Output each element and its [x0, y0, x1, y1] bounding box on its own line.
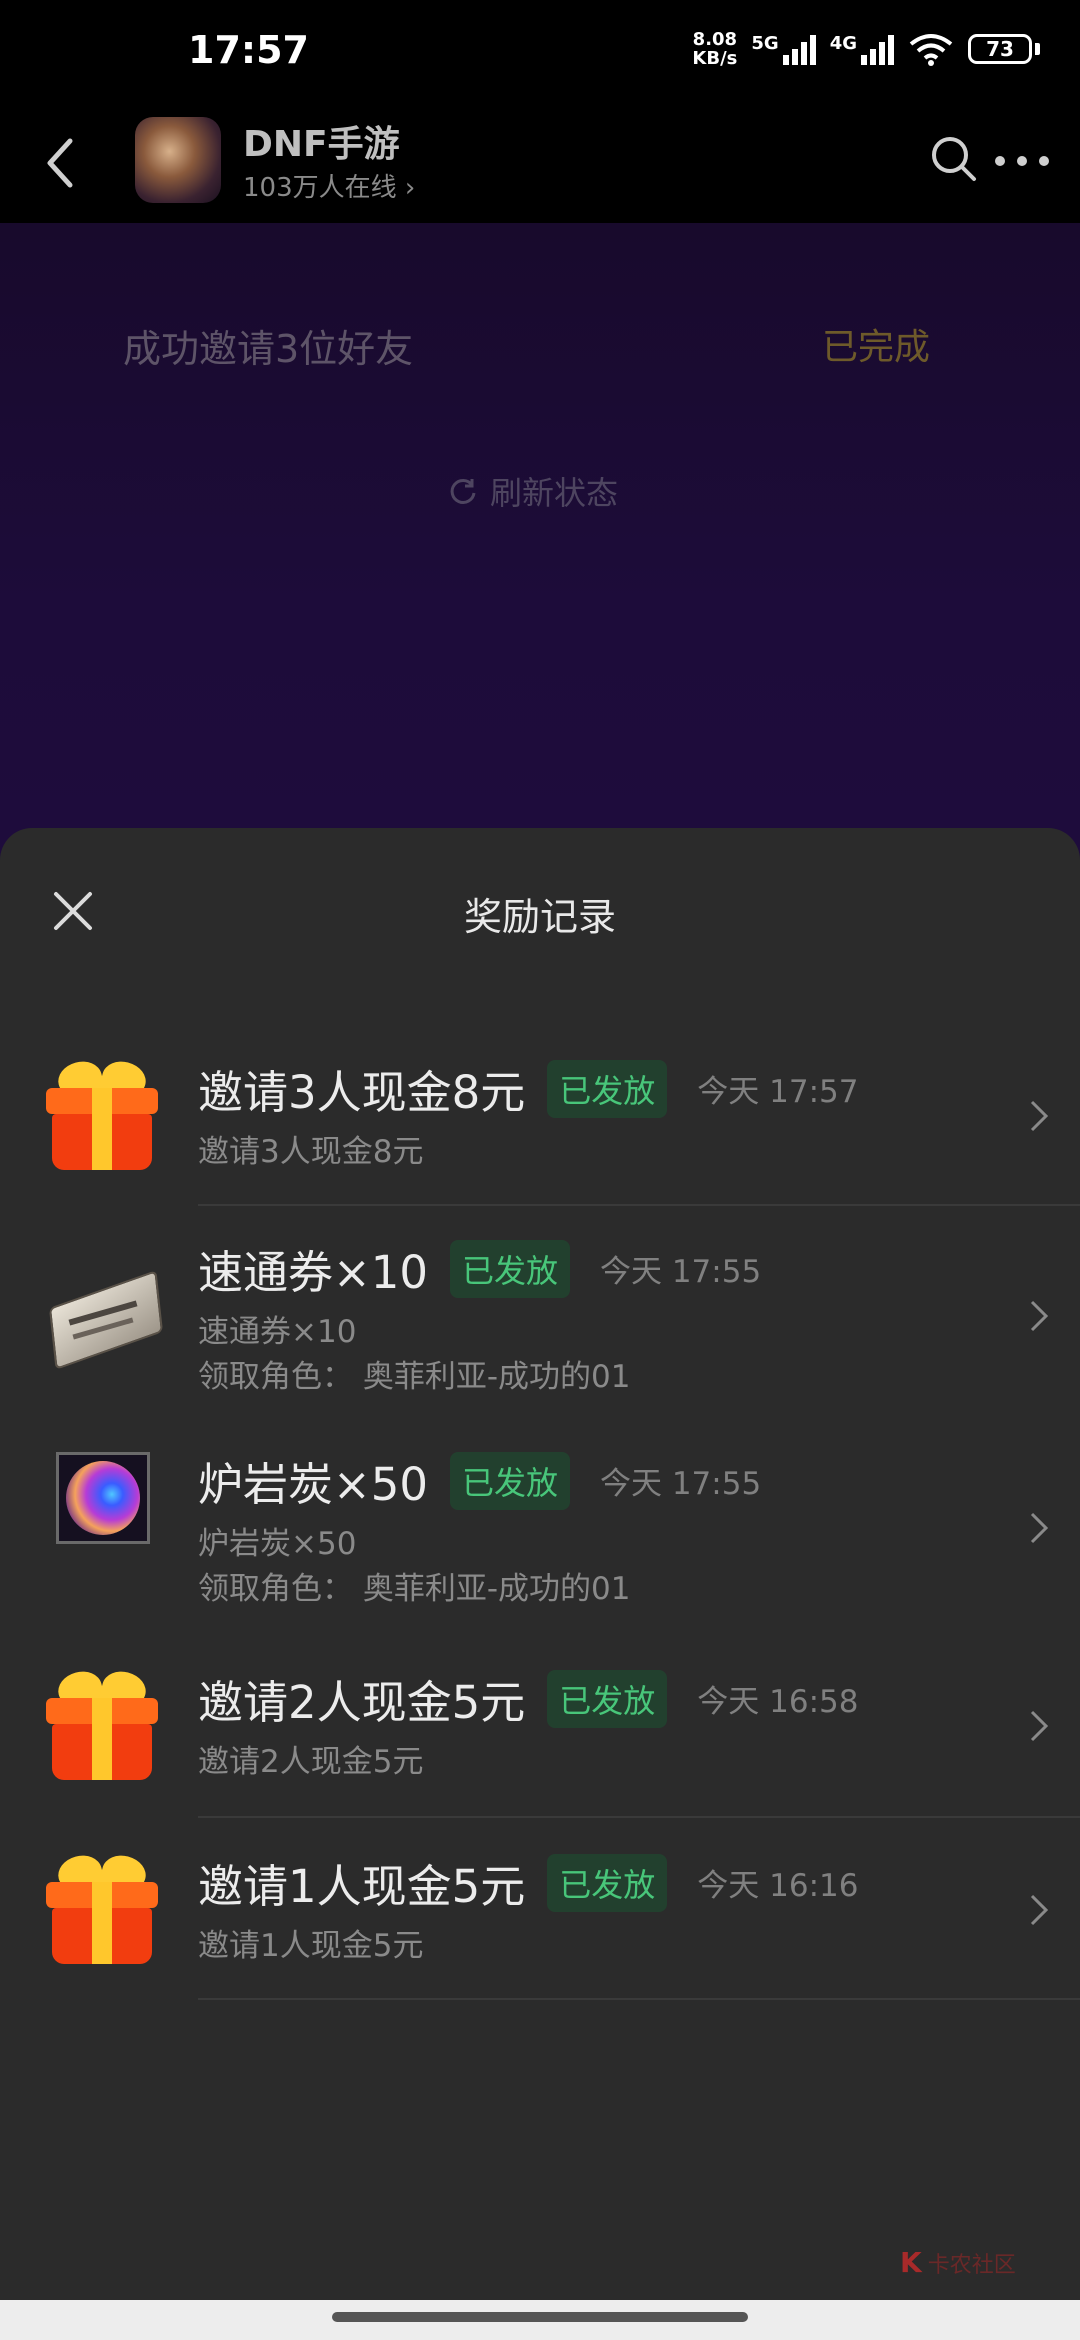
chevron-right-icon [1030, 1512, 1049, 1544]
online-count-link[interactable]: 103万人在线 › [243, 167, 415, 204]
system-nav-bar [0, 2300, 1080, 2340]
reward-record-row[interactable]: 速通券×10 已发放 今天 17:55 速通券×10 领取角色： 奥菲利亚-成功… [0, 1206, 1080, 1418]
gift-icon [46, 1666, 158, 1780]
record-role: 领取角色： 奥菲利亚-成功的01 [198, 1571, 631, 1607]
signal-5g-icon: 5G [751, 33, 816, 65]
chevron-right-icon [1030, 1100, 1049, 1132]
record-detail: 速通券×10 [198, 1314, 357, 1350]
battery-level: 73 [968, 34, 1032, 64]
net-speed-unit: KB/s [692, 48, 738, 69]
record-role: 领取角色： 奥菲利亚-成功的01 [198, 1359, 631, 1395]
record-time: 今天 17:57 [697, 1074, 859, 1110]
chevron-right-icon [1030, 1710, 1049, 1742]
refresh-status-button[interactable]: 刷新状态 [448, 468, 618, 514]
net-speed-value: 8.08 [692, 29, 738, 50]
status-badge: 已发放 [547, 1853, 668, 1912]
gift-icon [46, 1850, 158, 1964]
page-title[interactable]: DNF手游 [243, 115, 400, 167]
status-time: 17:57 [188, 28, 309, 72]
task-label: 成功邀请3位好友 [123, 327, 414, 371]
status-bar: 17:57 8.08 KB/s 5G 4G 73 [0, 0, 1080, 105]
record-time: 今天 16:16 [697, 1868, 859, 1904]
sheet-title: 奖励记录 [463, 895, 616, 939]
game-avatar[interactable] [135, 117, 221, 203]
more-icon[interactable] [994, 155, 1050, 167]
reward-records-sheet: 奖励记录 邀请3人现金8元 已发放 今天 17:57 邀请3人现金8元 速通券×… [0, 828, 1080, 2300]
watermark-text: 卡农社区 [927, 2252, 1016, 2278]
task-status: 已完成 [822, 327, 931, 368]
status-icons: 8.08 KB/s 5G 4G 73 [692, 30, 1040, 68]
record-time: 今天 17:55 [599, 1466, 762, 1502]
battery-icon: 73 [968, 34, 1040, 64]
status-badge: 已发放 [547, 1059, 668, 1118]
record-title: 炉岩炭×50 [198, 1458, 428, 1511]
status-badge: 已发放 [547, 1669, 668, 1728]
chevron-right-icon [1030, 1300, 1049, 1332]
record-title: 邀请2人现金5元 [198, 1676, 526, 1729]
refresh-icon [450, 478, 476, 504]
network-4g-label: 4G [829, 33, 857, 54]
orb-icon [56, 1452, 150, 1544]
search-icon[interactable] [928, 133, 980, 185]
reward-record-row[interactable]: 炉岩炭×50 已发放 今天 17:55 炉岩炭×50 领取角色： 奥菲利亚-成功… [0, 1420, 1080, 1632]
home-indicator[interactable] [332, 2312, 748, 2322]
watermark-k-icon: K [900, 2246, 922, 2279]
divider [198, 1816, 1080, 1818]
net-speed: 8.08 KB/s [692, 30, 737, 68]
reward-record-row[interactable]: 邀请1人现金5元 已发放 今天 16:16 邀请1人现金5元 [0, 1822, 1080, 2014]
record-detail: 邀请1人现金5元 [198, 1928, 424, 1964]
record-detail: 炉岩炭×50 [198, 1526, 357, 1562]
page-background: 成功邀请3位好友 已完成 刷新状态 [0, 223, 1080, 863]
watermark-logo: K 卡农社区 [900, 2246, 1016, 2279]
wifi-icon [909, 34, 953, 66]
app-header: DNF手游 103万人在线 › [0, 105, 1080, 223]
record-title: 速通券×10 [198, 1246, 428, 1299]
refresh-label: 刷新状态 [490, 474, 619, 512]
record-time: 今天 17:55 [599, 1254, 762, 1290]
status-badge: 已发放 [449, 1239, 570, 1298]
reward-record-row[interactable]: 邀请2人现金5元 已发放 今天 16:58 邀请2人现金5元 [0, 1638, 1080, 1824]
signal-4g-icon: 4G [830, 33, 894, 65]
ticket-icon [46, 1269, 164, 1371]
record-time: 今天 16:58 [697, 1684, 859, 1720]
record-title: 邀请1人现金5元 [198, 1860, 526, 1913]
divider [198, 1998, 1080, 2000]
chevron-right-icon [1030, 1894, 1049, 1926]
gift-icon [46, 1056, 158, 1170]
record-title: 邀请3人现金8元 [198, 1066, 526, 1119]
reward-record-row[interactable]: 邀请3人现金8元 已发放 今天 17:57 邀请3人现金8元 [0, 1028, 1080, 1220]
record-detail: 邀请2人现金5元 [198, 1744, 424, 1780]
network-5g-label: 5G [751, 33, 779, 54]
back-icon[interactable] [40, 133, 80, 193]
status-badge: 已发放 [449, 1451, 570, 1510]
record-detail: 邀请3人现金8元 [198, 1134, 424, 1170]
